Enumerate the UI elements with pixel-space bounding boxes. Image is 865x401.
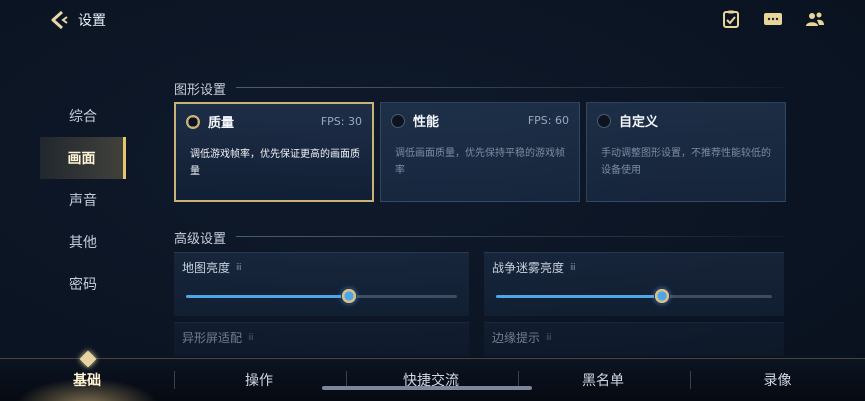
advanced-section-title: 高级设置 [174,232,227,247]
edge-hint-setting[interactable]: 边缘提示 ⅲ [484,322,784,356]
option-name: 性能 [413,115,440,130]
graphics-option-performance[interactable]: 性能 FPS: 60 调低画面质量，优先保持平稳的游戏帧率 [380,102,580,202]
info-icon[interactable]: ⅲ [546,333,552,343]
section-divider [236,87,784,88]
tab-blacklist[interactable]: 黑名单 [518,359,688,401]
friends-icon[interactable] [805,10,825,28]
nav-item-other[interactable]: 其他 [40,221,126,263]
option-description: 调低游戏帧率，优先保证更高的画面质量 [190,149,360,177]
notch-adapt-setting[interactable]: 异形屏适配 ⅲ [174,322,469,356]
tab-controls[interactable]: 操作 [174,359,344,401]
home-indicator[interactable] [322,386,532,390]
map-brightness-setting: 地图亮度 ⅲ [174,252,469,316]
setting-label: 边缘提示 [492,331,541,345]
option-name: 质量 [208,116,235,131]
radio-icon-selected [186,114,200,129]
nav-item-sound[interactable]: 声音 [40,179,126,221]
settings-category-nav: 综合 画面 声音 其他 密码 [40,95,126,305]
info-icon[interactable]: ⅲ [570,263,576,273]
option-fps: FPS: 30 [320,115,362,128]
slider-handle[interactable] [653,288,670,304]
fog-brightness-slider[interactable] [496,288,772,304]
option-name: 自定义 [619,115,659,130]
setting-label: 地图亮度 [182,261,231,275]
nav-item-display[interactable]: 画面 [40,137,126,179]
nav-item-password[interactable]: 密码 [40,263,126,305]
fog-brightness-setting: 战争迷雾亮度 ⅲ [484,252,784,316]
chat-icon[interactable] [763,10,783,28]
top-toolbar [721,10,825,28]
clipboard-check-icon[interactable] [721,10,741,28]
nav-item-general[interactable]: 综合 [40,95,126,137]
setting-label: 战争迷雾亮度 [492,261,565,275]
option-description: 手动调整图形设置，不推荐性能较低的设备使用 [601,148,771,176]
back-button[interactable]: 设置 [48,6,106,34]
page-title: 设置 [78,13,106,29]
bottom-tab-bar: 基础 操作 快捷交流 黑名单 录像 [0,358,865,401]
option-fps: FPS: 60 [527,114,569,127]
tab-quick-chat[interactable]: 快捷交流 [346,359,516,401]
option-description: 调低画面质量，优先保持平稳的游戏帧率 [395,148,565,176]
info-icon[interactable]: ⅲ [236,263,242,273]
slider-fill [496,295,662,298]
info-icon[interactable]: ⅲ [248,333,254,343]
back-arrow-icon [51,10,68,30]
setting-label: 异形屏适配 [182,331,243,345]
slider-fill [186,295,349,298]
tab-replay[interactable]: 录像 [690,359,865,401]
radio-icon [391,113,405,128]
graphics-option-custom[interactable]: 自定义 手动调整图形设置，不推荐性能较低的设备使用 [586,102,786,202]
slider-handle[interactable] [340,288,357,304]
map-brightness-slider[interactable] [186,288,457,304]
graphics-option-quality[interactable]: 质量 FPS: 30 调低游戏帧率，优先保证更高的画面质量 [174,102,374,202]
section-divider [236,236,784,237]
radio-icon [597,113,611,128]
graphics-section-title: 图形设置 [174,83,227,98]
